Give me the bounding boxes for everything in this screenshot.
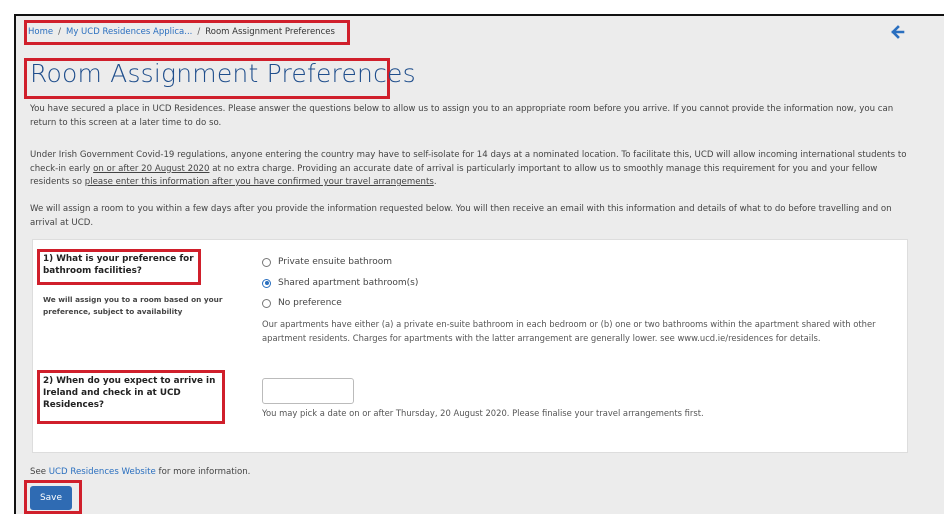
- question1-label: 1) What is your preference for bathroom …: [43, 254, 194, 276]
- breadcrumb-applications[interactable]: My UCD Residences Applica...: [66, 27, 192, 37]
- breadcrumb-home[interactable]: Home: [28, 27, 53, 37]
- screenshot-frame-left: [0, 0, 14, 514]
- radio-button-selected[interactable]: [262, 278, 271, 288]
- radio-button[interactable]: [262, 298, 271, 308]
- screenshot-frame-line: [14, 14, 944, 16]
- date-underline: on or after 20 August 2020: [93, 163, 210, 174]
- footer-info: See UCD Residences Website for more info…: [30, 467, 251, 477]
- question1-help: Our apartments have either (a) a private…: [262, 319, 876, 343]
- question2-help: You may pick a date on or after Thursday…: [262, 408, 704, 418]
- breadcrumb-current: Room Assignment Preferences: [205, 27, 335, 37]
- question1-note: We will assign you to a room based on yo…: [43, 295, 223, 316]
- intro-paragraph-1: You have secured a place in UCD Residenc…: [30, 104, 894, 128]
- page-title: Room Assignment Preferences: [30, 59, 416, 88]
- option-shared-bathroom[interactable]: Shared apartment bathroom(s): [262, 278, 418, 288]
- arrival-date-input[interactable]: [262, 378, 354, 404]
- option-no-preference[interactable]: No preference: [262, 298, 342, 308]
- residences-website-link[interactable]: UCD Residences Website: [49, 467, 156, 477]
- intro-paragraph-3: We will assign a room to you within a fe…: [30, 204, 892, 228]
- screenshot-frame-line-vertical: [14, 14, 16, 514]
- question2-label: 2) When do you expect to arrive in Irela…: [43, 376, 216, 410]
- breadcrumb-separator: /: [58, 27, 61, 37]
- breadcrumb-separator: /: [197, 27, 201, 37]
- arrow-left-icon[interactable]: [888, 22, 908, 42]
- breadcrumb: Home / My UCD Residences Applica... / Ro…: [28, 24, 335, 40]
- radio-button[interactable]: [262, 257, 271, 267]
- option-private-ensuite[interactable]: Private ensuite bathroom: [262, 257, 392, 267]
- save-button[interactable]: Save: [30, 486, 72, 510]
- travel-underline: please enter this information after you …: [84, 177, 434, 187]
- screenshot-frame-top: [0, 0, 944, 14]
- intro-paragraph-2: Under Irish Government Covid-19 regulati…: [30, 150, 907, 187]
